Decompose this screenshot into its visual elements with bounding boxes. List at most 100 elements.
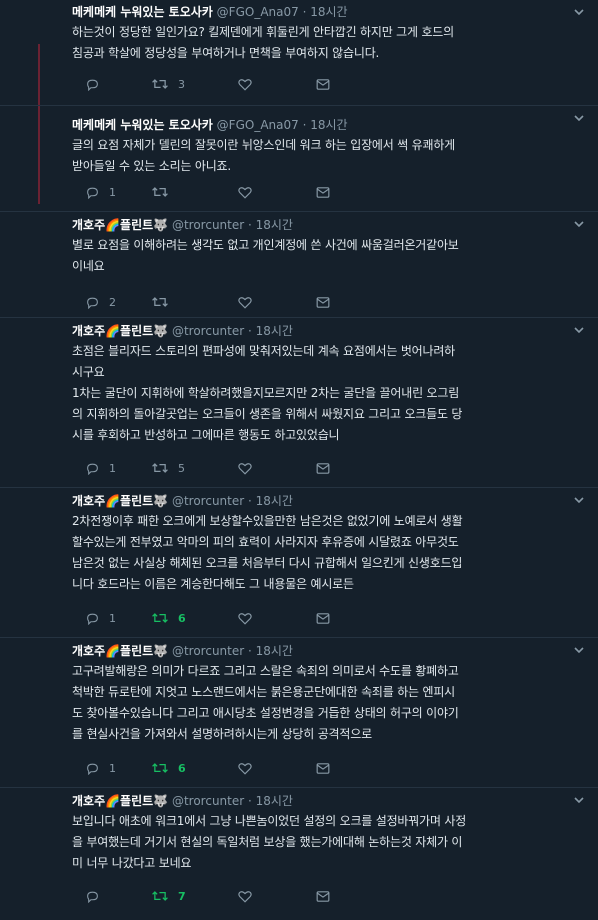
reply-icon — [86, 78, 99, 91]
tweet-text-line: 하는것이 정당한 일인가요? 킬제덴에게 휘둘린게 안타깝긴 하지만 그게 호드… — [72, 25, 454, 39]
reply-button[interactable]: 1 — [86, 760, 116, 776]
direct-message-button[interactable] — [316, 76, 330, 92]
like-button[interactable] — [238, 610, 262, 626]
tweet-time[interactable]: 18시간 — [256, 324, 293, 338]
reply-icon — [86, 890, 99, 903]
user-handle[interactable]: @FGO_Ana07 — [217, 5, 299, 19]
tweet-time[interactable]: 18시간 — [310, 5, 347, 19]
retweet-button[interactable]: 7 — [152, 888, 186, 904]
avatar[interactable] — [12, 222, 66, 276]
envelope-icon — [316, 762, 330, 775]
retweet-button[interactable] — [152, 294, 178, 310]
reply-count: 1 — [109, 185, 116, 199]
like-button[interactable] — [238, 184, 262, 200]
chevron-down-icon[interactable] — [572, 110, 586, 124]
reply-icon — [86, 612, 99, 625]
tweet-time[interactable]: 18시간 — [256, 794, 293, 808]
separator-dot: · — [244, 324, 256, 338]
reply-button[interactable] — [86, 888, 109, 904]
tweet-actions: 16 — [86, 610, 346, 626]
envelope-icon — [316, 78, 330, 91]
tweet-time[interactable]: 18시간 — [256, 218, 293, 232]
direct-message-button[interactable] — [316, 460, 330, 476]
reply-button[interactable] — [86, 76, 109, 92]
chevron-down-icon[interactable] — [572, 216, 586, 230]
user-handle[interactable]: @FGO_Ana07 — [217, 118, 299, 132]
retweet-button[interactable]: 3 — [152, 76, 185, 92]
like-button[interactable] — [238, 760, 262, 776]
tweet-text: 고구려발해랑은 의미가 다르죠 그리고 스랄은 속죄의 의미로서 수도를 황폐하… — [72, 661, 578, 745]
retweet-button[interactable]: 6 — [152, 760, 186, 776]
tweet-actions: 3 — [86, 76, 346, 92]
avatar[interactable] — [12, 498, 66, 552]
reply-button[interactable]: 1 — [86, 184, 116, 200]
tweet[interactable]: 개호주🌈플린트🐺 @trorcunter · 18시간 보입니다 애초에 워크1에… — [0, 788, 598, 920]
like-button[interactable] — [238, 888, 262, 904]
like-button[interactable] — [238, 294, 262, 310]
chevron-down-icon[interactable] — [572, 492, 586, 506]
avatar[interactable] — [12, 116, 66, 170]
user-name[interactable]: 개호주🌈플린트🐺 — [72, 794, 168, 808]
tweet[interactable]: 메케메케 누워있는 토오사카 @FGO_Ana07 · 18시간하는것이 정당한… — [0, 0, 598, 106]
direct-message-button[interactable] — [316, 888, 330, 904]
like-button[interactable] — [238, 460, 262, 476]
tweet[interactable]: 개호주🌈플린트🐺 @trorcunter · 18시간고구려발해랑은 의미가 다… — [0, 638, 598, 788]
retweet-icon — [152, 889, 168, 903]
user-name[interactable]: 개호주🌈플린트🐺 — [72, 644, 168, 658]
tweet-time[interactable]: 18시간 — [310, 118, 347, 132]
retweet-button[interactable]: 5 — [152, 460, 185, 476]
tweet-text-line: 2차전쟁이후 패한 오크에게 보상할수있을만한 남은것은 없었기에 노예로서 생… — [72, 514, 463, 528]
tweet-header: 개호주🌈플린트🐺 @trorcunter · 18시간 — [72, 215, 568, 235]
chevron-down-icon[interactable] — [572, 642, 586, 656]
chevron-down-icon[interactable] — [572, 792, 586, 806]
reply-button[interactable]: 2 — [86, 294, 116, 310]
avatar[interactable] — [12, 648, 66, 702]
like-button[interactable] — [238, 76, 262, 92]
tweet[interactable]: 개호주🌈플린트🐺 @trorcunter · 18시간초점은 블리자드 스토리의… — [0, 318, 598, 488]
user-handle[interactable]: @trorcunter — [172, 324, 244, 338]
tweet[interactable]: 개호주🌈플린트🐺 @trorcunter · 18시간 2차전쟁이후 패한 오크에… — [0, 488, 598, 638]
user-name[interactable]: 메케메케 누워있는 토오사카 — [72, 5, 213, 19]
tweet-actions: 16 — [86, 760, 346, 776]
avatar[interactable] — [12, 328, 66, 382]
tweet-text: 초점은 블리자드 스토리의 편파성에 맞춰저있는데 계속 요점에서는 벗어나려하… — [72, 341, 578, 446]
tweet-text-line: 고구려발해랑은 의미가 다르죠 그리고 스랄은 속죄의 의미로서 수도를 황폐하… — [72, 664, 459, 678]
tweet[interactable]: 개호주🌈플린트🐺 @trorcunter · 18시간 별로 요점을 이해하려는 … — [0, 212, 598, 318]
separator-dot: · — [244, 644, 256, 658]
user-handle[interactable]: @trorcunter — [172, 644, 244, 658]
tweet-text-line: 시를 후회하고 반성하고 그에따른 행동도 하고있었습니 — [72, 428, 340, 442]
reply-count: 1 — [109, 461, 116, 475]
tweet-header: 개호주🌈플린트🐺 @trorcunter · 18시간 — [72, 491, 568, 511]
reply-icon — [86, 762, 99, 775]
tweet-time[interactable]: 18시간 — [256, 494, 293, 508]
user-handle[interactable]: @trorcunter — [172, 494, 244, 508]
direct-message-button[interactable] — [316, 184, 330, 200]
avatar[interactable] — [12, 798, 66, 852]
retweet-button[interactable] — [152, 184, 178, 200]
direct-message-button[interactable] — [316, 760, 330, 776]
user-handle[interactable]: @trorcunter — [172, 794, 244, 808]
chevron-down-icon[interactable] — [572, 4, 586, 18]
reply-button[interactable]: 1 — [86, 460, 116, 476]
direct-message-button[interactable] — [316, 610, 330, 626]
reply-icon — [86, 186, 99, 199]
envelope-icon — [316, 186, 330, 199]
direct-message-button[interactable] — [316, 294, 330, 310]
heart-icon — [238, 462, 252, 475]
tweet-text-line: 1차는 굴단이 지휘하에 학살하려했을지모르지만 2차는 굴단을 끌어내린 오그… — [72, 386, 460, 400]
tweet-header: 메케메케 누워있는 토오사카 @FGO_Ana07 · 18시간 — [72, 2, 568, 22]
user-name[interactable]: 개호주🌈플린트🐺 — [72, 324, 168, 338]
tweet[interactable]: 메케메케 누워있는 토오사카 @FGO_Ana07 · 18시간 글의 요점 자체… — [0, 106, 598, 212]
tweet-time[interactable]: 18시간 — [256, 644, 293, 658]
retweet-button[interactable]: 6 — [152, 610, 186, 626]
user-name[interactable]: 메케메케 누워있는 토오사카 — [72, 118, 213, 132]
user-name[interactable]: 개호주🌈플린트🐺 — [72, 218, 168, 232]
reply-button[interactable]: 1 — [86, 610, 116, 626]
tweet-text-line: 이네요 — [72, 259, 105, 273]
heart-icon — [238, 78, 252, 91]
user-name[interactable]: 개호주🌈플린트🐺 — [72, 494, 168, 508]
avatar[interactable] — [12, 10, 66, 64]
chevron-down-icon[interactable] — [572, 322, 586, 336]
tweet-text: 하는것이 정당한 일인가요? 킬제덴에게 휘둘린게 안타깝긴 하지만 그게 호드… — [72, 22, 578, 64]
user-handle[interactable]: @trorcunter — [172, 218, 244, 232]
